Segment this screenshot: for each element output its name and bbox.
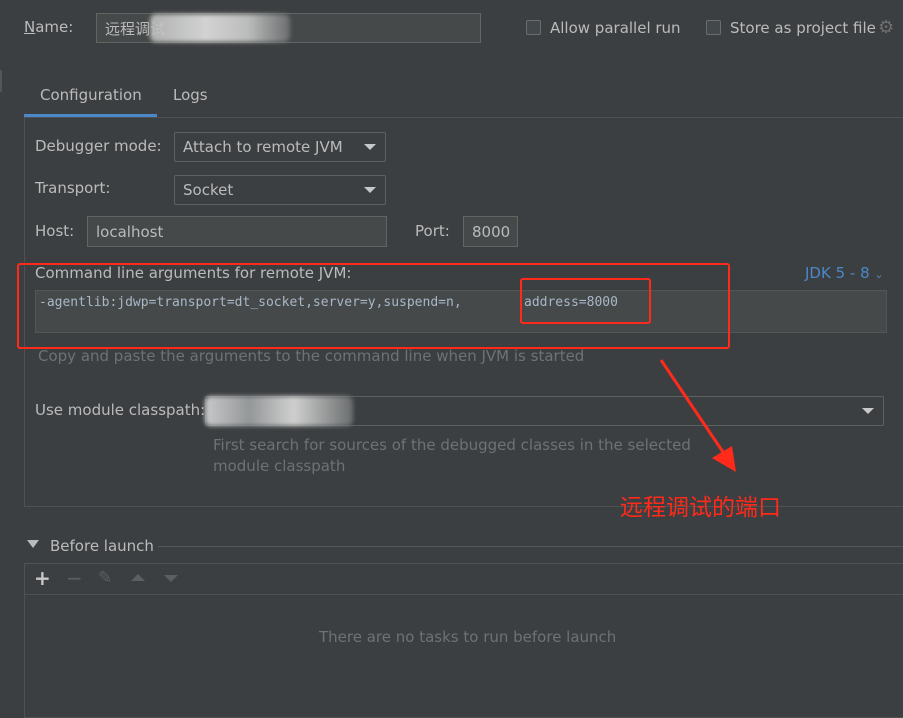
- port-input[interactable]: 8000: [463, 216, 518, 247]
- chevron-down-icon: ⌄: [874, 268, 884, 281]
- store-project-label: Store as project file: [730, 19, 876, 37]
- module-hint-line1: First search for sources of the debugged…: [213, 436, 691, 454]
- host-input[interactable]: localhost: [87, 216, 387, 247]
- gear-icon[interactable]: ⚙: [878, 17, 894, 38]
- annotation-text: 远程调试的端口: [620, 495, 781, 521]
- port-value: 8000: [472, 222, 511, 241]
- edit-icon[interactable]: ✎: [98, 568, 112, 588]
- before-launch-title[interactable]: Before launch: [50, 537, 154, 555]
- module-blur-overlay: [205, 396, 353, 426]
- chevron-down-icon: [862, 408, 874, 414]
- add-icon[interactable]: +: [34, 566, 51, 590]
- name-label: Name:: [24, 18, 74, 36]
- name-blur-overlay: [150, 14, 290, 42]
- move-down-icon[interactable]: [164, 575, 178, 582]
- tab-configuration[interactable]: Configuration: [40, 86, 142, 104]
- transport-value: Socket: [183, 181, 234, 199]
- transport-select[interactable]: Socket: [174, 175, 386, 205]
- module-hint-line2: module classpath: [213, 457, 346, 475]
- toolbar-divider: [25, 594, 903, 595]
- annotation-address-box: [520, 278, 651, 324]
- debugger-mode-label: Debugger mode:: [35, 137, 162, 155]
- allow-parallel-checkbox[interactable]: [526, 20, 541, 35]
- before-launch-empty-text: There are no tasks to run before launch: [319, 628, 617, 646]
- cmd-args-hint: Copy and paste the arguments to the comm…: [38, 347, 585, 365]
- before-launch-divider: [158, 546, 903, 547]
- jdk-version-dropdown[interactable]: JDK 5 - 8 ⌄: [805, 264, 884, 282]
- transport-label: Transport:: [35, 179, 111, 197]
- tab-logs[interactable]: Logs: [173, 86, 208, 104]
- store-project-checkbox[interactable]: [706, 20, 721, 35]
- edge-marker: [0, 70, 2, 92]
- triangle-down-icon[interactable]: [27, 540, 39, 548]
- debugger-mode-value: Attach to remote JVM: [183, 138, 343, 156]
- chevron-down-icon: [364, 187, 376, 193]
- jdk-version-label: JDK 5 - 8: [805, 264, 870, 282]
- module-classpath-label: Use module classpath:: [35, 401, 206, 419]
- chevron-down-icon: [364, 144, 376, 150]
- host-label: Host:: [35, 222, 75, 240]
- remove-icon[interactable]: −: [66, 566, 83, 590]
- port-label: Port:: [415, 222, 450, 240]
- host-value: localhost: [96, 222, 164, 241]
- allow-parallel-label: Allow parallel run: [550, 19, 681, 37]
- annotation-arrow: [659, 359, 736, 472]
- debugger-mode-select[interactable]: Attach to remote JVM: [174, 132, 386, 162]
- move-up-icon[interactable]: [131, 574, 145, 581]
